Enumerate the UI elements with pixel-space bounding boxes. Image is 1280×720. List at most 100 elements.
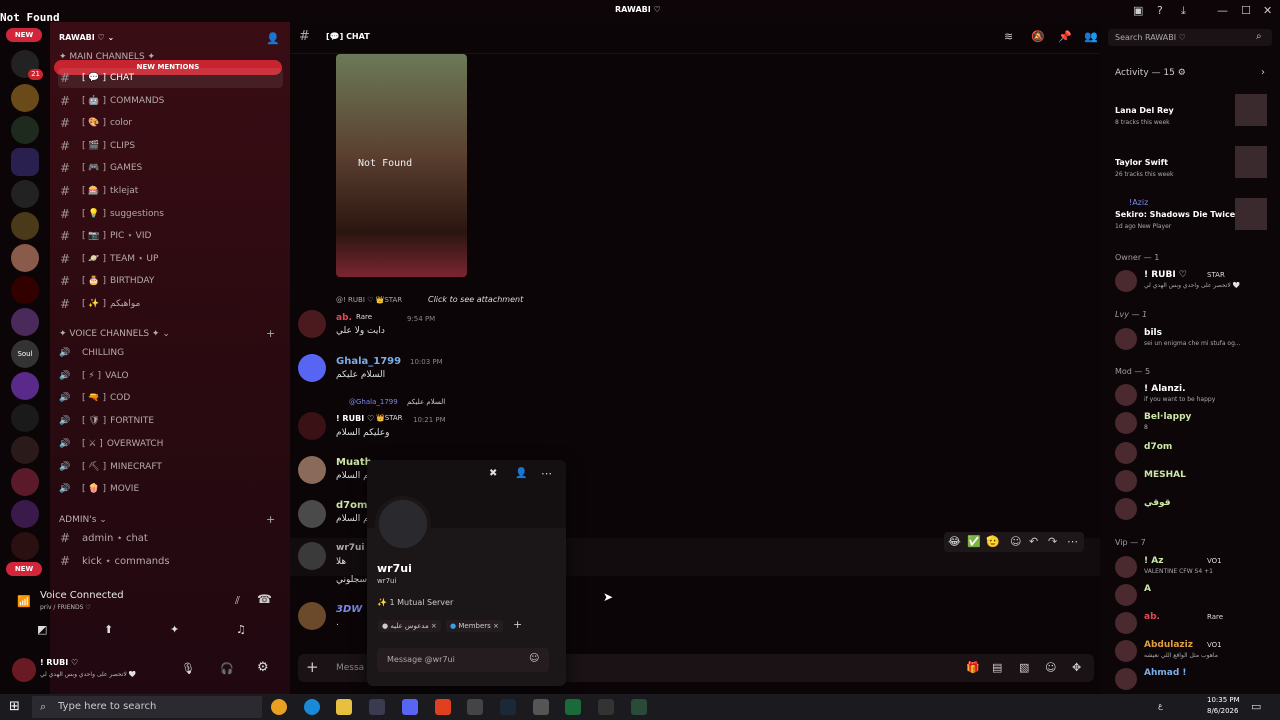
avatar[interactable]: [298, 602, 326, 630]
avatar[interactable]: [1115, 412, 1137, 434]
message-author[interactable]: wr7ui: [336, 543, 365, 553]
channel-2[interactable]: # [ 🎨 ] color: [58, 113, 283, 133]
avatar[interactable]: [1115, 556, 1137, 578]
member-item[interactable]: A: [1115, 582, 1275, 608]
avatar[interactable]: [298, 310, 326, 338]
server-icon[interactable]: [11, 436, 39, 464]
avatar[interactable]: [1115, 612, 1137, 634]
avatar[interactable]: [12, 658, 36, 682]
server-icon[interactable]: [11, 276, 39, 304]
camera-icon[interactable]: ◩: [37, 623, 47, 636]
activity-item[interactable]: Lana Del Rey 8 tracks this week: [1115, 94, 1270, 130]
member-item[interactable]: d7om: [1115, 440, 1275, 466]
activity-item[interactable]: !Aziz Sekiro: Shadows Die Twice ... 1d ago…: [1115, 198, 1270, 234]
noise-icon[interactable]: ⫽: [235, 594, 240, 608]
avatar[interactable]: [1115, 498, 1137, 520]
mute-bell-icon[interactable]: 🔕: [1031, 30, 1045, 43]
edge-icon[interactable]: [304, 699, 320, 715]
reply-attachment-link[interactable]: Click to see attachment: [428, 295, 523, 304]
member-item[interactable]: ! RUBI ♡ STAR لاتحصر على واحدي وبس الهدي ل…: [1115, 268, 1275, 294]
channel-7[interactable]: # [ 📷 ] PIC ⋆ VID: [58, 226, 283, 246]
forward-icon[interactable]: ↷: [1048, 535, 1057, 548]
threads-icon[interactable]: ≋: [1004, 30, 1013, 43]
message-author[interactable]: d7om: [336, 500, 367, 511]
voice-channel-0[interactable]: 🔊 CHILLING: [58, 343, 283, 363]
chrome-icon[interactable]: [271, 699, 287, 715]
member-item[interactable]: ! Alanzi. if you want to be happy: [1115, 382, 1275, 408]
add-role-icon[interactable]: +: [513, 618, 522, 631]
keyboard-lang[interactable]: ع: [1158, 701, 1163, 710]
reply-icon[interactable]: ↶: [1029, 535, 1038, 548]
activity-header[interactable]: Activity — 15 ⚙: [1115, 68, 1186, 78]
friends-icon[interactable]: ✖: [489, 468, 497, 479]
message-author[interactable]: 3DW: [336, 604, 362, 615]
avatar[interactable]: [1115, 584, 1137, 606]
attach-plus-icon[interactable]: +: [306, 658, 319, 676]
download-icon[interactable]: ⤓: [1181, 4, 1186, 18]
voice-channel-2[interactable]: 🔊 [ 🔫 ] COD: [58, 388, 283, 408]
taskbar-search[interactable]: ⌕ Type here to search: [32, 696, 262, 718]
member-item[interactable]: ab. Rare: [1115, 610, 1275, 636]
server-icon[interactable]: [11, 180, 39, 208]
avatar[interactable]: [1115, 270, 1137, 292]
channel-1[interactable]: # [ 🤖 ] COMMANDS: [58, 91, 283, 111]
avatar[interactable]: [298, 354, 326, 382]
server-icon[interactable]: Soul: [11, 340, 39, 368]
add-channel-icon[interactable]: +: [266, 513, 275, 526]
reaction-laugh-icon[interactable]: 😂: [948, 535, 961, 548]
file-explorer-icon[interactable]: [336, 699, 352, 715]
voice-channel-6[interactable]: 🔊 [ 🍿 ] MOVIE: [58, 479, 283, 499]
settings-icon[interactable]: ⚙: [257, 660, 269, 675]
category-voice[interactable]: ✦ VOICE CHANNELS ✦ ⌄: [59, 329, 170, 339]
gif-icon[interactable]: ▤: [992, 661, 1002, 674]
channel-3[interactable]: # [ 🎬 ] CLIPS: [58, 136, 283, 156]
pin-icon[interactable]: 📌: [1058, 30, 1072, 43]
composer-placeholder[interactable]: Messa: [336, 663, 364, 673]
add-friend-icon[interactable]: 👤: [515, 468, 527, 479]
voice-channel-1[interactable]: 🔊 [ ⚡ ] VALO: [58, 366, 283, 386]
screenshare-icon[interactable]: ⬆: [104, 623, 113, 636]
message-author[interactable]: ab.: [336, 313, 352, 323]
voice-channel-3[interactable]: 🔊 [ 🛡 ] FORTNITE: [58, 411, 283, 431]
server-icon[interactable]: [11, 116, 39, 144]
clock-time[interactable]: 10:35 PM: [1207, 696, 1240, 704]
activity-item[interactable]: Taylor Swift 26 tracks this week: [1115, 146, 1270, 182]
channel-9[interactable]: # [ 🎂 ] BIRTHDAY: [58, 271, 283, 291]
new-pill-top[interactable]: NEW: [6, 28, 42, 42]
role-chip[interactable]: ● Members ×: [446, 620, 503, 632]
steam-icon[interactable]: [500, 699, 516, 715]
member-item[interactable]: ! Az VO1 VALENTINE CFW S4 +1: [1115, 554, 1275, 580]
channel-8[interactable]: # [ 🪐 ] TEAM ⋆ UP: [58, 249, 283, 269]
folder-icon[interactable]: [11, 148, 39, 176]
search-input[interactable]: Search RAWABI ♡ ⌕: [1108, 29, 1272, 46]
voice-channel-5[interactable]: 🔊 [ ⛏ ] MINECRAFT: [58, 457, 283, 477]
windows-start-icon[interactable]: ⊞: [9, 699, 20, 714]
server-icon[interactable]: [11, 308, 39, 336]
emoji-icon[interactable]: ☺: [529, 653, 539, 664]
clock-date[interactable]: 8/6/2026: [1207, 707, 1238, 715]
avatar[interactable]: [298, 412, 326, 440]
store-icon[interactable]: [369, 699, 385, 715]
avatar[interactable]: [298, 542, 326, 570]
voice-location[interactable]: priv / FRIENDS ♡: [40, 604, 91, 611]
avatar[interactable]: [1115, 668, 1137, 690]
server-icon[interactable]: [11, 244, 39, 272]
server-icon[interactable]: [11, 372, 39, 400]
avatar[interactable]: [1115, 384, 1137, 406]
image-attachment[interactable]: Not Found: [336, 54, 467, 277]
brave-icon[interactable]: [435, 699, 451, 715]
avatar[interactable]: [1115, 328, 1137, 350]
channel-5[interactable]: # [ 🎰 ] tklejat: [58, 181, 283, 201]
sticker-icon[interactable]: ▧: [1019, 661, 1029, 674]
disconnect-icon[interactable]: ☎: [257, 592, 272, 606]
chevron-right-icon[interactable]: ›: [1261, 67, 1265, 78]
reply-reference[interactable]: @Ghala_1799: [349, 398, 398, 406]
user-name[interactable]: ! RUBI ♡: [40, 658, 78, 667]
apps-icon[interactable]: ✥: [1072, 661, 1081, 674]
guild-name[interactable]: RAWABI ♡ ⌄: [59, 33, 114, 42]
discord-icon[interactable]: [402, 699, 418, 715]
home-icon[interactable]: 21: [11, 50, 43, 80]
headphones-icon[interactable]: 🎧: [220, 662, 234, 675]
avatar[interactable]: [1115, 442, 1137, 464]
inbox-icon[interactable]: ▣: [1133, 4, 1143, 17]
